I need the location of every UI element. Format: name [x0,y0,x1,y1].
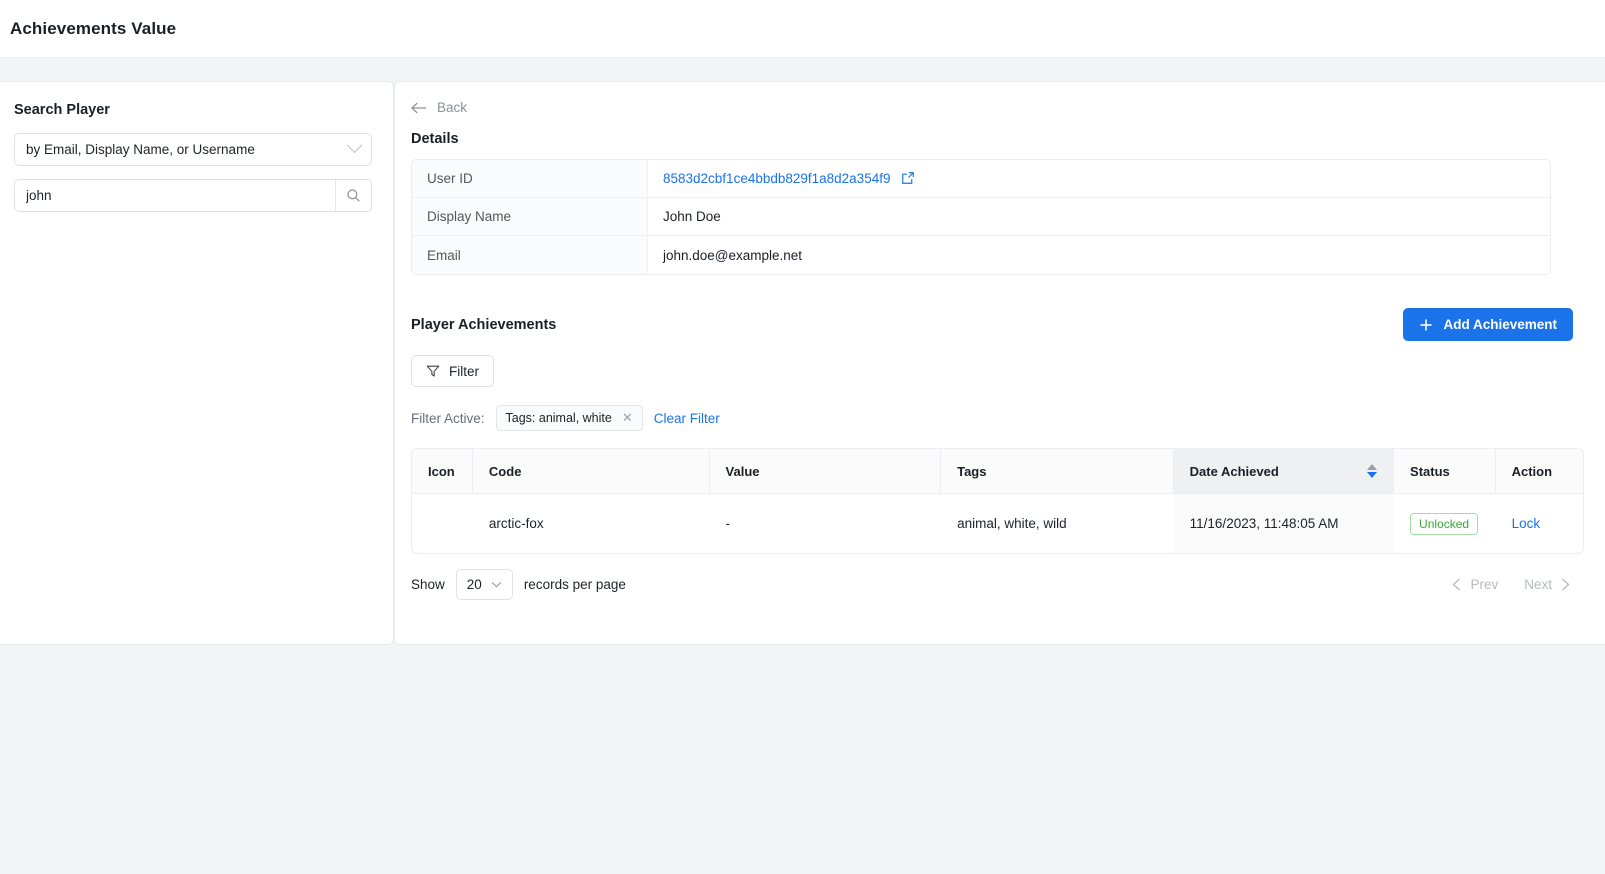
cell-date-achieved: 11/16/2023, 11:48:05 AM [1173,494,1395,553]
prev-label: Prev [1470,576,1499,592]
details-row-user-id: User ID 8583d2cbf1ce4bbdb829f1a8d2a354f9 [412,160,1550,198]
details-value: John Doe [648,198,1550,236]
page-body: Search Player by Email, Display Name, or… [0,58,1605,645]
chevron-down-icon [346,137,363,154]
close-icon[interactable]: ✕ [622,410,633,426]
prev-page-button[interactable]: Prev [1452,577,1498,592]
details-title: Details [411,131,459,147]
clear-filter-link[interactable]: Clear Filter [654,411,720,426]
table-header-row: Icon Code Value Tags Date Achieved Statu… [412,449,1583,494]
arrow-left-icon [411,102,427,113]
records-per-page-label: records per page [523,576,626,592]
column-header-value[interactable]: Value [709,449,942,494]
achievements-header: Player Achievements Add Achievement [411,308,1605,341]
next-page-button[interactable]: Next [1524,577,1570,592]
search-player-title: Search Player [14,102,110,118]
back-button[interactable]: Back [411,100,467,115]
achievements-title: Player Achievements [411,316,557,333]
filter-chip[interactable]: Tags: animal, white ✕ [495,405,643,431]
details-row-email: Email john.doe@example.net [412,236,1550,274]
achievements-table: Icon Code Value Tags Date Achieved Statu… [411,448,1584,554]
page-size-group: Show 20 records per page [411,568,626,600]
details-value: john.doe@example.net [648,236,1550,274]
column-header-date-achieved-label: Date Achieved [1189,463,1279,479]
next-label: Next [1524,576,1552,592]
details-key: Display Name [412,198,648,236]
sort-arrows-icon[interactable] [1367,464,1378,478]
page-size-value: 20 [466,576,482,592]
search-button[interactable] [335,180,371,211]
search-player-panel: Search Player by Email, Display Name, or… [0,81,394,645]
cell-icon [412,494,473,553]
chevron-left-icon [1453,578,1461,590]
filter-chip-label: Tags: animal, white [505,411,612,425]
cell-value: - [725,516,731,531]
table-row[interactable]: arctic-fox - animal, white, wild 11/16/2… [412,494,1583,553]
column-header-action[interactable]: Action [1495,449,1583,494]
column-header-icon[interactable]: Icon [412,449,473,494]
column-header-status[interactable]: Status [1394,449,1496,494]
filter-button[interactable]: Filter [411,355,494,387]
cell-code: arctic-fox [488,516,544,531]
chevron-down-icon [491,581,502,587]
search-input-group[interactable] [14,179,372,212]
cell-tags: animal, white, wild [957,516,1067,531]
filter-icon [426,365,440,377]
pagination: Prev Next [1452,577,1570,592]
lock-action-link[interactable]: Lock [1512,516,1541,531]
status-badge: Unlocked [1410,512,1479,535]
details-value: 8583d2cbf1ce4bbdb829f1a8d2a354f9 [648,160,1550,198]
search-input[interactable] [15,180,335,211]
search-mode-value: by Email, Display Name, or Username [26,142,255,157]
page-size-select[interactable]: 20 [455,568,513,600]
details-key: User ID [412,160,648,198]
add-achievement-label: Add Achievement [1443,317,1557,332]
search-mode-select[interactable]: by Email, Display Name, or Username [14,133,372,166]
table-footer: Show 20 records per page Prev Next [411,554,1584,614]
plus-icon [1420,319,1432,330]
add-achievement-button[interactable]: Add Achievement [1403,308,1573,341]
column-header-date-achieved[interactable]: Date Achieved [1173,449,1395,494]
filter-label: Filter [449,363,479,379]
external-link-icon[interactable] [901,171,915,185]
filter-active-bar: Filter Active: Tags: animal, white ✕ Cle… [411,405,1605,431]
column-header-code[interactable]: Code [472,449,710,494]
chevron-right-icon [1562,578,1570,590]
column-header-tags[interactable]: Tags [941,449,1174,494]
app-header: Achievements Value [0,0,1605,58]
details-row-display-name: Display Name John Doe [412,198,1550,236]
filter-active-label: Filter Active: [411,410,485,426]
cell-status: Unlocked [1394,494,1496,553]
search-icon [347,189,360,202]
page-title: Achievements Value [10,18,177,38]
back-label: Back [437,100,468,115]
user-id-link[interactable]: 8583d2cbf1ce4bbdb829f1a8d2a354f9 [663,171,890,186]
details-table: User ID 8583d2cbf1ce4bbdb829f1a8d2a354f9… [411,159,1551,275]
details-key: Email [412,236,648,274]
cell-action: Lock [1496,494,1583,553]
player-detail-panel: Back Details User ID 8583d2cbf1ce4bbdb82… [394,81,1605,645]
show-label: Show [411,576,445,592]
